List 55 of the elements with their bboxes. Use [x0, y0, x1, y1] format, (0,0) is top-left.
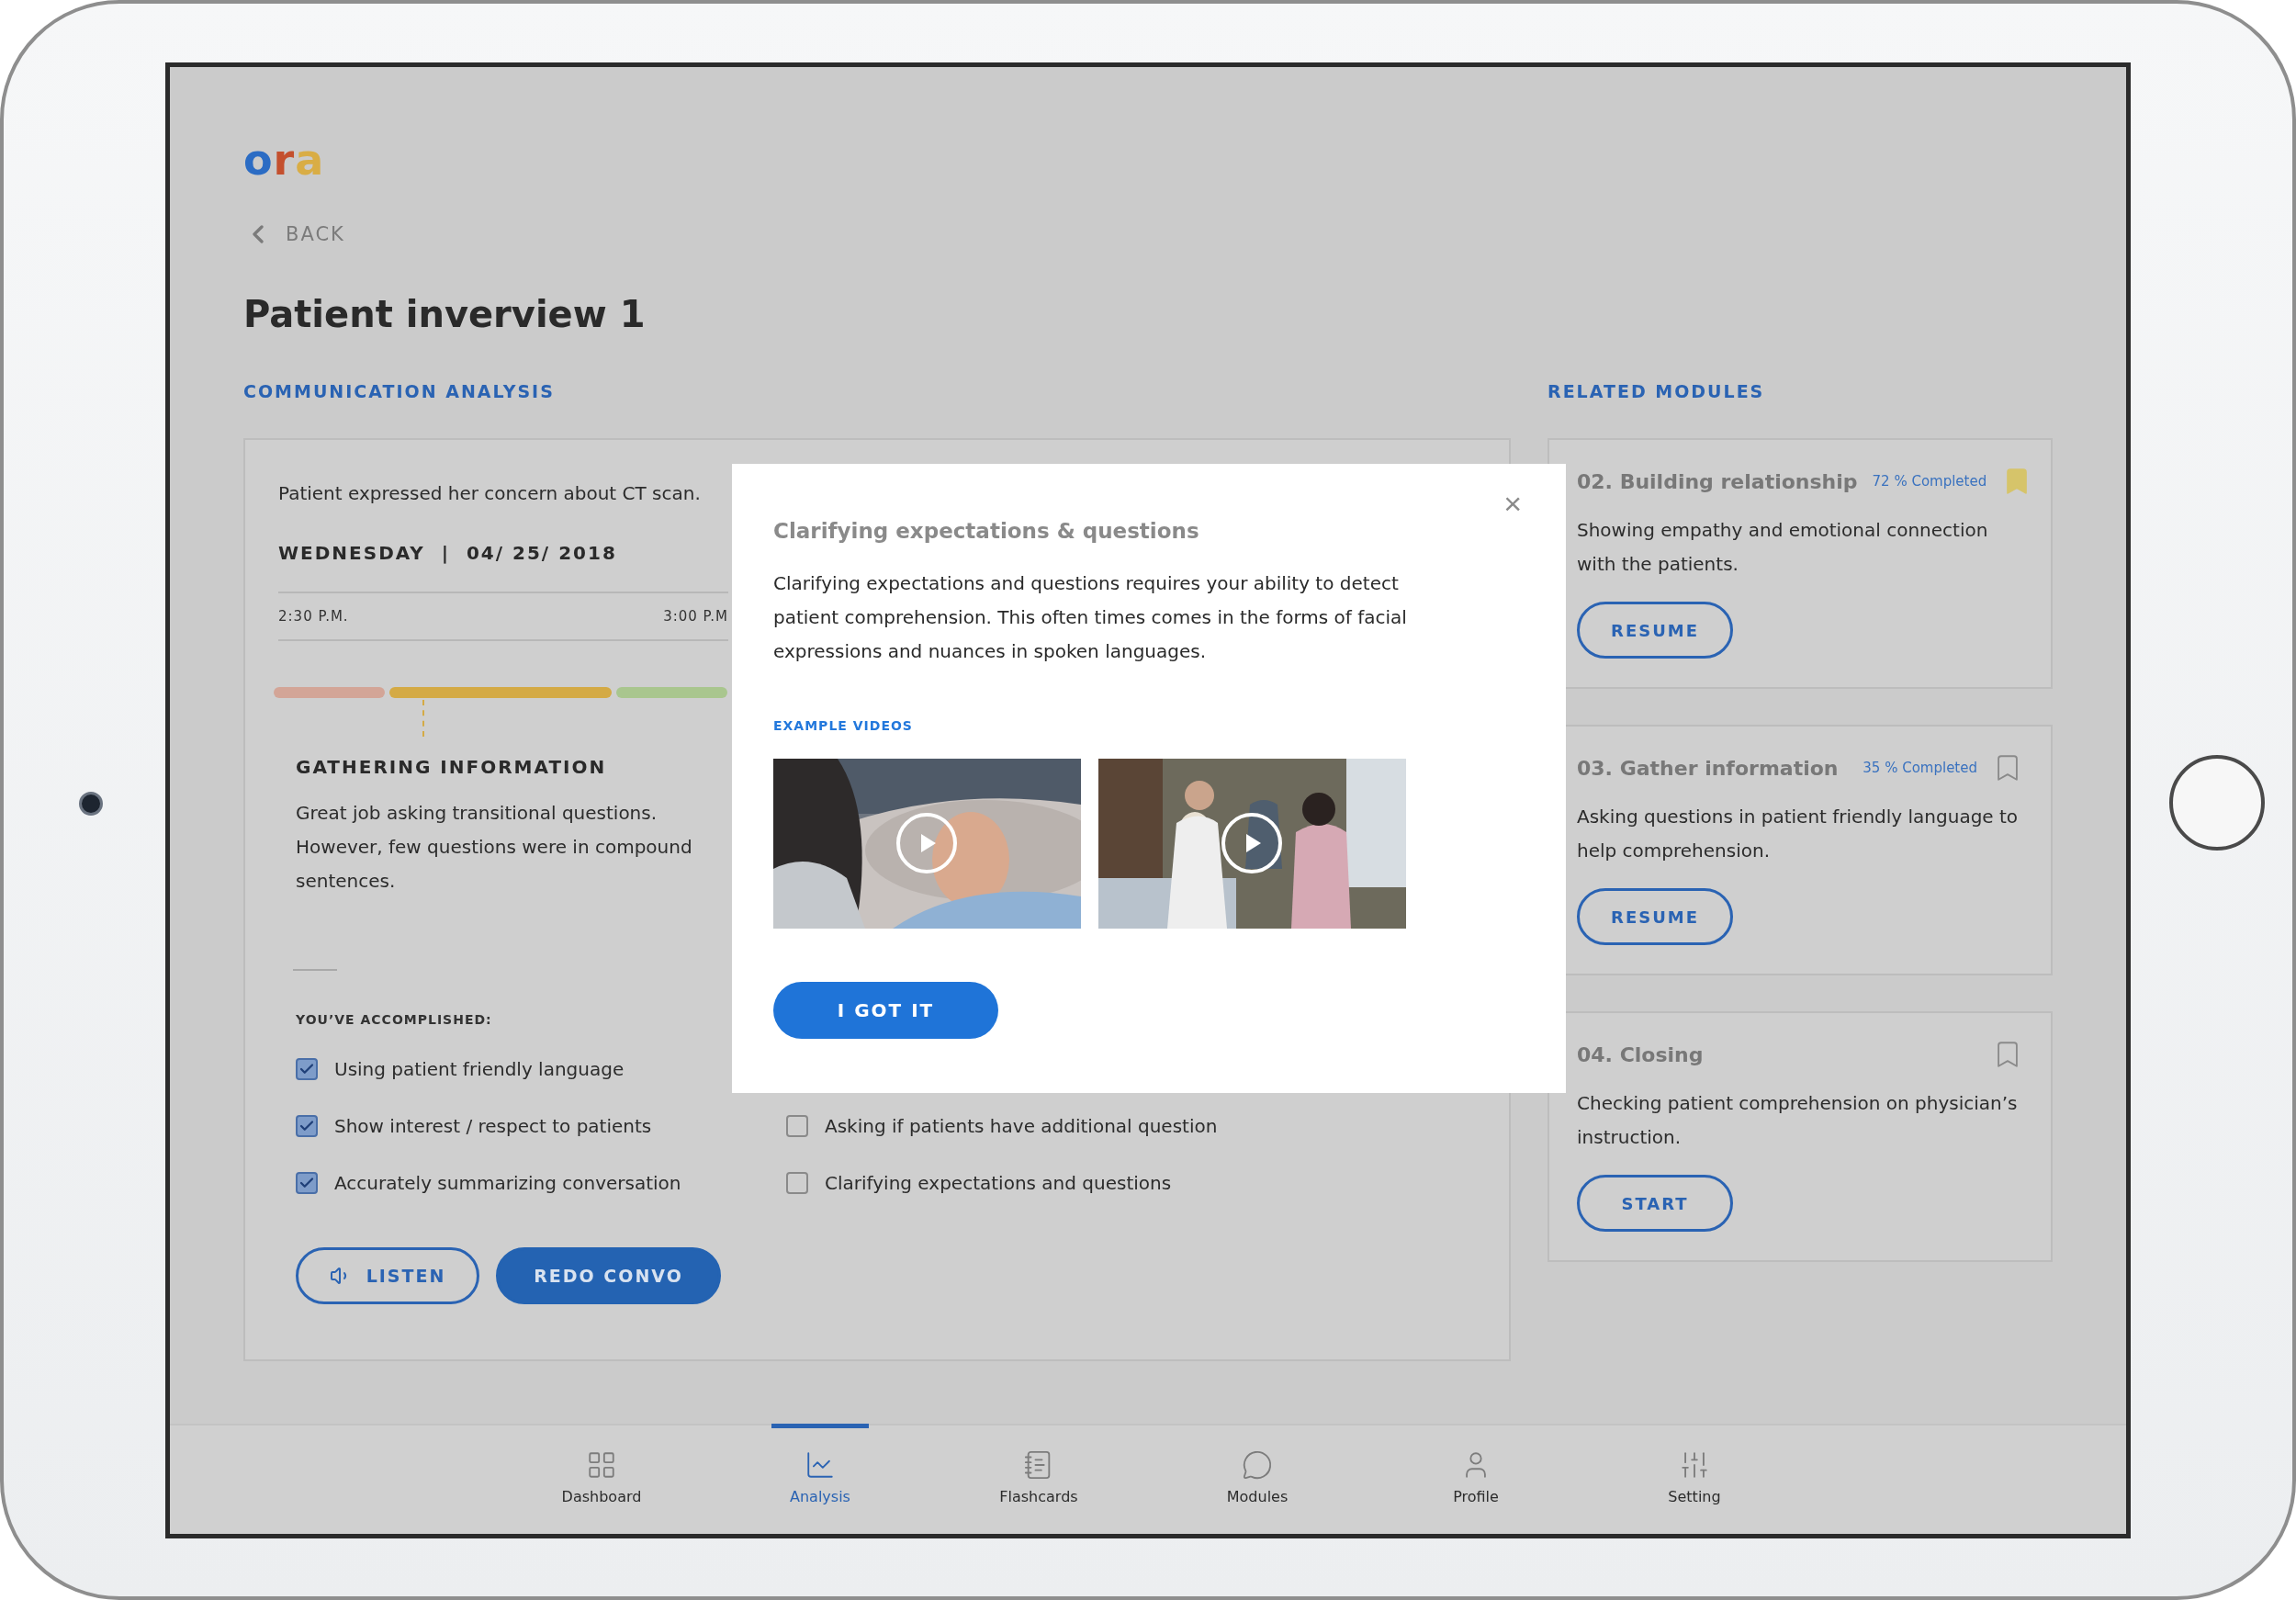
checkbox-label: Show interest / respect to patients — [334, 1115, 652, 1137]
section-heading: RELATED MODULES — [1548, 381, 1766, 401]
dialog-title: Clarifying expectations & questions — [773, 519, 1200, 543]
grid-icon — [586, 1449, 617, 1481]
dialog-text: Clarifying expectations and questions requires your ability to detect patient comprehension. This often times comes in the forms of facial expressions and nuances in spoken languages. — [773, 571, 1408, 664]
line-chart-icon — [805, 1449, 836, 1481]
section-heading: COMMUNICATION ANALYSIS — [243, 381, 556, 401]
nav-tab[interactable]: Analysis — [711, 1425, 929, 1534]
checkbox[interactable] — [296, 1058, 318, 1080]
confirm-button[interactable]: I GOT IT — [773, 982, 998, 1039]
module-description: Asking questions in patient friendly language to help comprehension. — [1577, 805, 2020, 863]
close-button[interactable]: × — [1503, 488, 1522, 519]
page-title: Patient inverview 1 — [243, 293, 647, 335]
feedback-text: Great job asking transitional questions. However, few questions were in compound sentences. — [296, 801, 693, 894]
nav-tab[interactable]: Modules — [1148, 1425, 1367, 1534]
checkbox-label: Accurately summarizing conversation — [334, 1172, 681, 1194]
nav-tab[interactable]: Profile — [1367, 1425, 1585, 1534]
checkbox[interactable] — [786, 1172, 808, 1194]
checkbox[interactable] — [786, 1115, 808, 1137]
logo: ora — [243, 139, 326, 181]
section-title: GATHERING INFORMATION — [296, 756, 608, 778]
module-description: Showing empathy and emotional connection with the patients. — [1577, 518, 1989, 577]
module-title: 04. Closing — [1577, 1042, 1705, 1066]
time-label: 3:00 P.M — [663, 608, 728, 625]
checkbox-label: Asking if patients have additional question — [825, 1115, 1218, 1137]
checkbox-label: Using patient friendly language — [334, 1058, 625, 1080]
module-action-button[interactable]: START — [1577, 1175, 1733, 1232]
progress-label: 72 % Completed — [1872, 473, 1987, 490]
nav-tab[interactable]: Dashboard — [492, 1425, 711, 1534]
module-action-button[interactable]: RESUME — [1577, 602, 1733, 659]
nav-tab[interactable]: Setting — [1585, 1425, 1804, 1534]
time-label: 2:30 P.M. — [278, 608, 349, 625]
speech-bubble-icon — [1242, 1449, 1273, 1481]
accomplished-label: YOU’VE ACCOMPLISHED: — [296, 1012, 492, 1027]
module-title: 03. Gather information — [1577, 756, 1840, 780]
timeline-marker — [422, 700, 424, 737]
listen-button[interactable]: LISTEN — [296, 1247, 479, 1304]
redo-button[interactable]: REDO CONVO — [496, 1247, 721, 1304]
back-link[interactable]: BACK — [243, 220, 345, 249]
progress-label: 35 % Completed — [1863, 760, 1977, 776]
checkbox-label: Clarifying expectations and questions — [825, 1172, 1172, 1194]
nav-tab[interactable]: Flashcards — [929, 1425, 1148, 1534]
camera-icon — [79, 792, 103, 816]
summary-text: Patient expressed her concern about CT scan. — [278, 481, 702, 506]
checkbox[interactable] — [296, 1115, 318, 1137]
timeline-segment[interactable] — [616, 687, 727, 698]
timeline-segment[interactable] — [274, 687, 385, 698]
module-title: 02. Building relationship — [1577, 469, 1858, 493]
module-description: Checking patient comprehension on physician’s instruction. — [1577, 1091, 2019, 1150]
checkbox[interactable] — [296, 1172, 318, 1194]
sliders-icon — [1679, 1449, 1710, 1481]
videos-label: EXAMPLE VIDEOS — [773, 718, 914, 733]
play-icon[interactable] — [1221, 812, 1283, 874]
date-label: WEDNESDAY | 04/ 25/ 2018 — [278, 542, 618, 564]
module-action-button[interactable]: RESUME — [1577, 888, 1733, 945]
